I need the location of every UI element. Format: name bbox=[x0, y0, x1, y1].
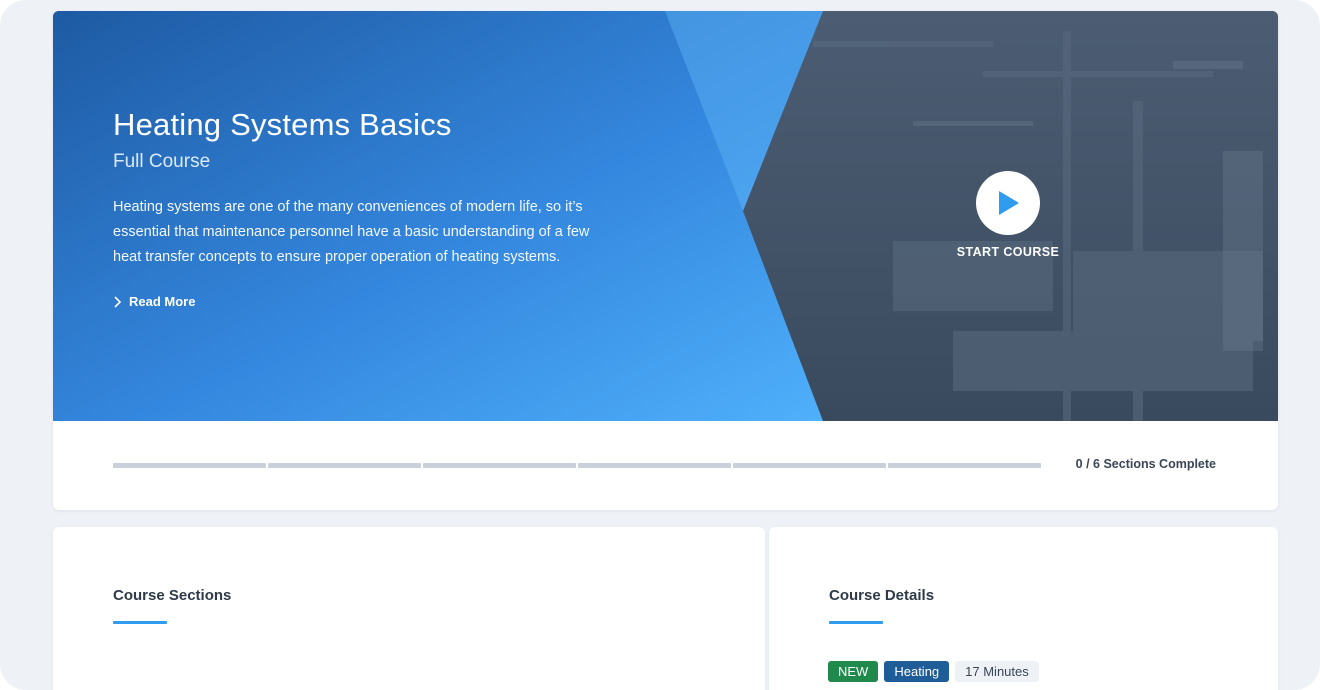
progress-segment bbox=[888, 463, 1041, 468]
title-underline bbox=[829, 621, 883, 624]
read-more-link[interactable]: Read More bbox=[113, 294, 613, 309]
start-course-label: START COURSE bbox=[956, 245, 1060, 259]
course-sections-panel: Course Sections bbox=[53, 527, 765, 690]
duration-tag: 17 Minutes bbox=[955, 661, 1039, 682]
start-course-button[interactable]: START COURSE bbox=[953, 171, 1063, 259]
progress-segment bbox=[268, 463, 421, 468]
course-details-title: Course Details bbox=[829, 587, 935, 604]
progress-segment bbox=[423, 463, 576, 468]
course-sections-title: Course Sections bbox=[113, 587, 232, 604]
course-tags: NEW Heating 17 Minutes bbox=[828, 661, 1039, 682]
course-hero-card: Heating Systems Basics Full Course Heati… bbox=[53, 11, 1278, 510]
read-more-label: Read More bbox=[129, 294, 196, 309]
course-title: Heating Systems Basics bbox=[113, 107, 452, 142]
chevron-right-icon bbox=[114, 295, 122, 308]
progress-segment bbox=[113, 463, 266, 468]
topic-tag[interactable]: Heating bbox=[884, 661, 950, 682]
progress-segment bbox=[578, 463, 731, 468]
section-progress-bar bbox=[113, 463, 1041, 468]
course-subtitle: Full Course bbox=[113, 151, 211, 172]
course-description: Heating systems are one of the many conv… bbox=[113, 199, 590, 265]
course-progress: 0 / 6 Sections Complete bbox=[53, 421, 1278, 510]
sections-complete-label: 0 / 6 Sections Complete bbox=[1075, 457, 1216, 471]
new-badge: NEW bbox=[828, 661, 879, 682]
progress-segment bbox=[733, 463, 886, 468]
page-background: Heating Systems Basics Full Course Heati… bbox=[0, 0, 1320, 690]
play-icon bbox=[999, 191, 1019, 215]
hero-text-block: Heating Systems Basics Full Course Heati… bbox=[113, 107, 613, 309]
course-hero-banner: Heating Systems Basics Full Course Heati… bbox=[53, 11, 1278, 421]
course-details-panel: Course Details NEW Heating 17 Minutes bbox=[769, 527, 1278, 690]
title-underline bbox=[113, 621, 167, 624]
play-button-circle[interactable] bbox=[976, 171, 1040, 235]
